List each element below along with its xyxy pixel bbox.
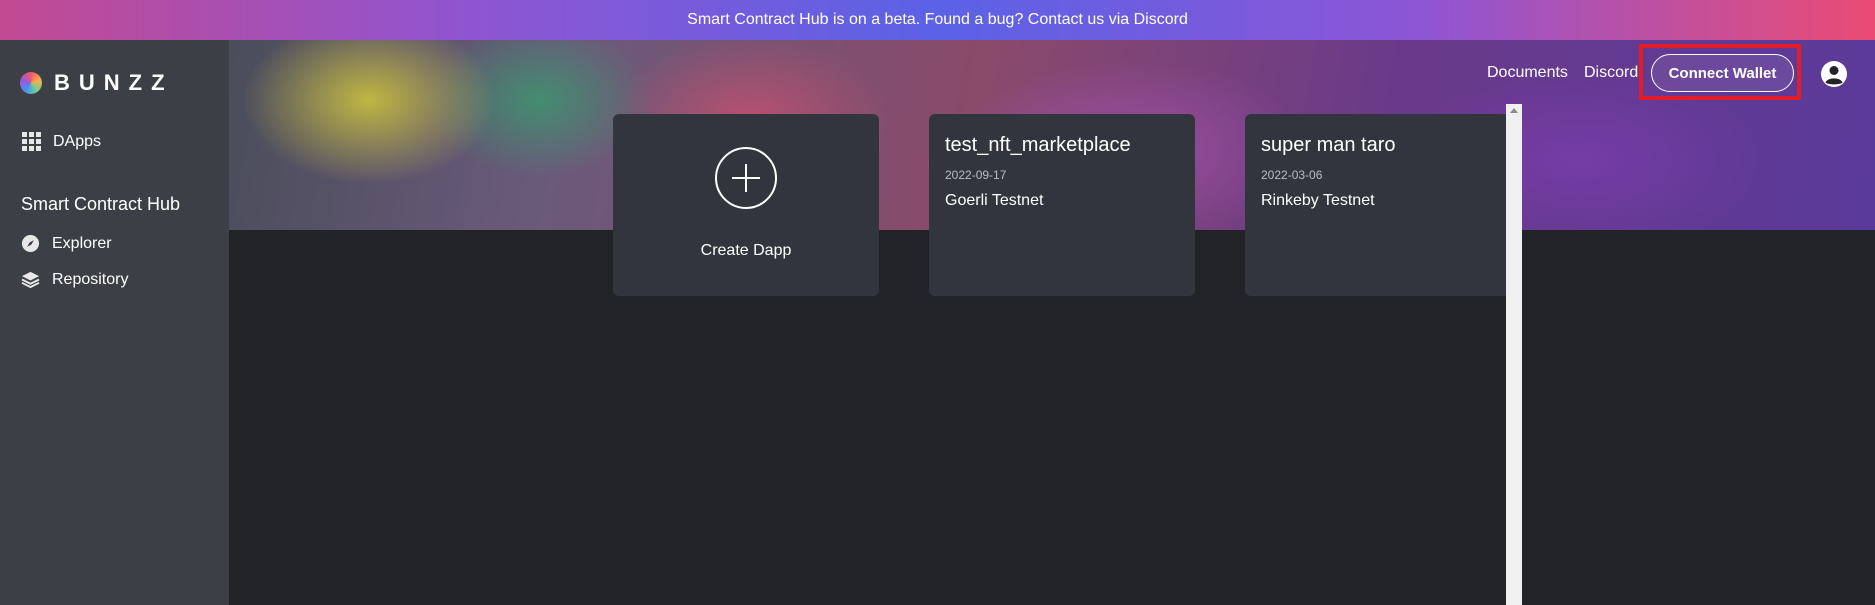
plus-circle-icon	[715, 147, 777, 209]
user-circle-icon[interactable]	[1820, 60, 1848, 88]
logo-icon	[20, 72, 42, 94]
create-dapp-label: Create Dapp	[700, 242, 792, 259]
sidebar-item-dapps[interactable]: DApps	[22, 132, 101, 151]
scrollbar[interactable]	[1506, 104, 1522, 605]
grid-icon	[22, 132, 41, 151]
compass-icon	[21, 234, 40, 253]
documents-link[interactable]: Documents	[1487, 64, 1568, 82]
sidebar-item-label: Explorer	[52, 234, 112, 252]
logo[interactable]: BUNZZ	[20, 70, 174, 96]
scroll-up-icon[interactable]	[1510, 108, 1518, 113]
discord-link[interactable]: Discord	[1584, 64, 1638, 82]
banner-text: Smart Contract Hub is on a beta. Found a…	[687, 11, 1188, 28]
logo-text: BUNZZ	[54, 70, 174, 95]
sidebar: BUNZZ DApps Smart Contract Hub Explorer …	[0, 40, 229, 605]
section-heading: Smart Contract Hub	[21, 194, 181, 214]
sidebar-item-explorer[interactable]: Explorer	[21, 234, 112, 253]
dapp-card[interactable]: super man taro 2022-03-06 Rinkeby Testne…	[1245, 114, 1511, 296]
dapp-title: super man taro	[1261, 134, 1396, 156]
sidebar-item-repository[interactable]: Repository	[21, 270, 128, 289]
create-dapp-card[interactable]: Create Dapp	[613, 114, 879, 296]
dapp-network: Rinkeby Testnet	[1261, 192, 1375, 209]
dapp-title: test_nft_marketplace	[945, 134, 1131, 156]
beta-banner: Smart Contract Hub is on a beta. Found a…	[0, 0, 1875, 40]
sidebar-item-label: Repository	[52, 270, 129, 288]
dapp-network: Goerli Testnet	[945, 192, 1044, 209]
dapp-card[interactable]: test_nft_marketplace 2022-09-17 Goerli T…	[929, 114, 1195, 296]
sidebar-item-label: DApps	[53, 132, 102, 150]
highlight-box	[1639, 44, 1801, 100]
layers-icon	[21, 271, 40, 289]
dapp-date: 2022-09-17	[945, 168, 1007, 182]
dapp-date: 2022-03-06	[1261, 168, 1323, 182]
